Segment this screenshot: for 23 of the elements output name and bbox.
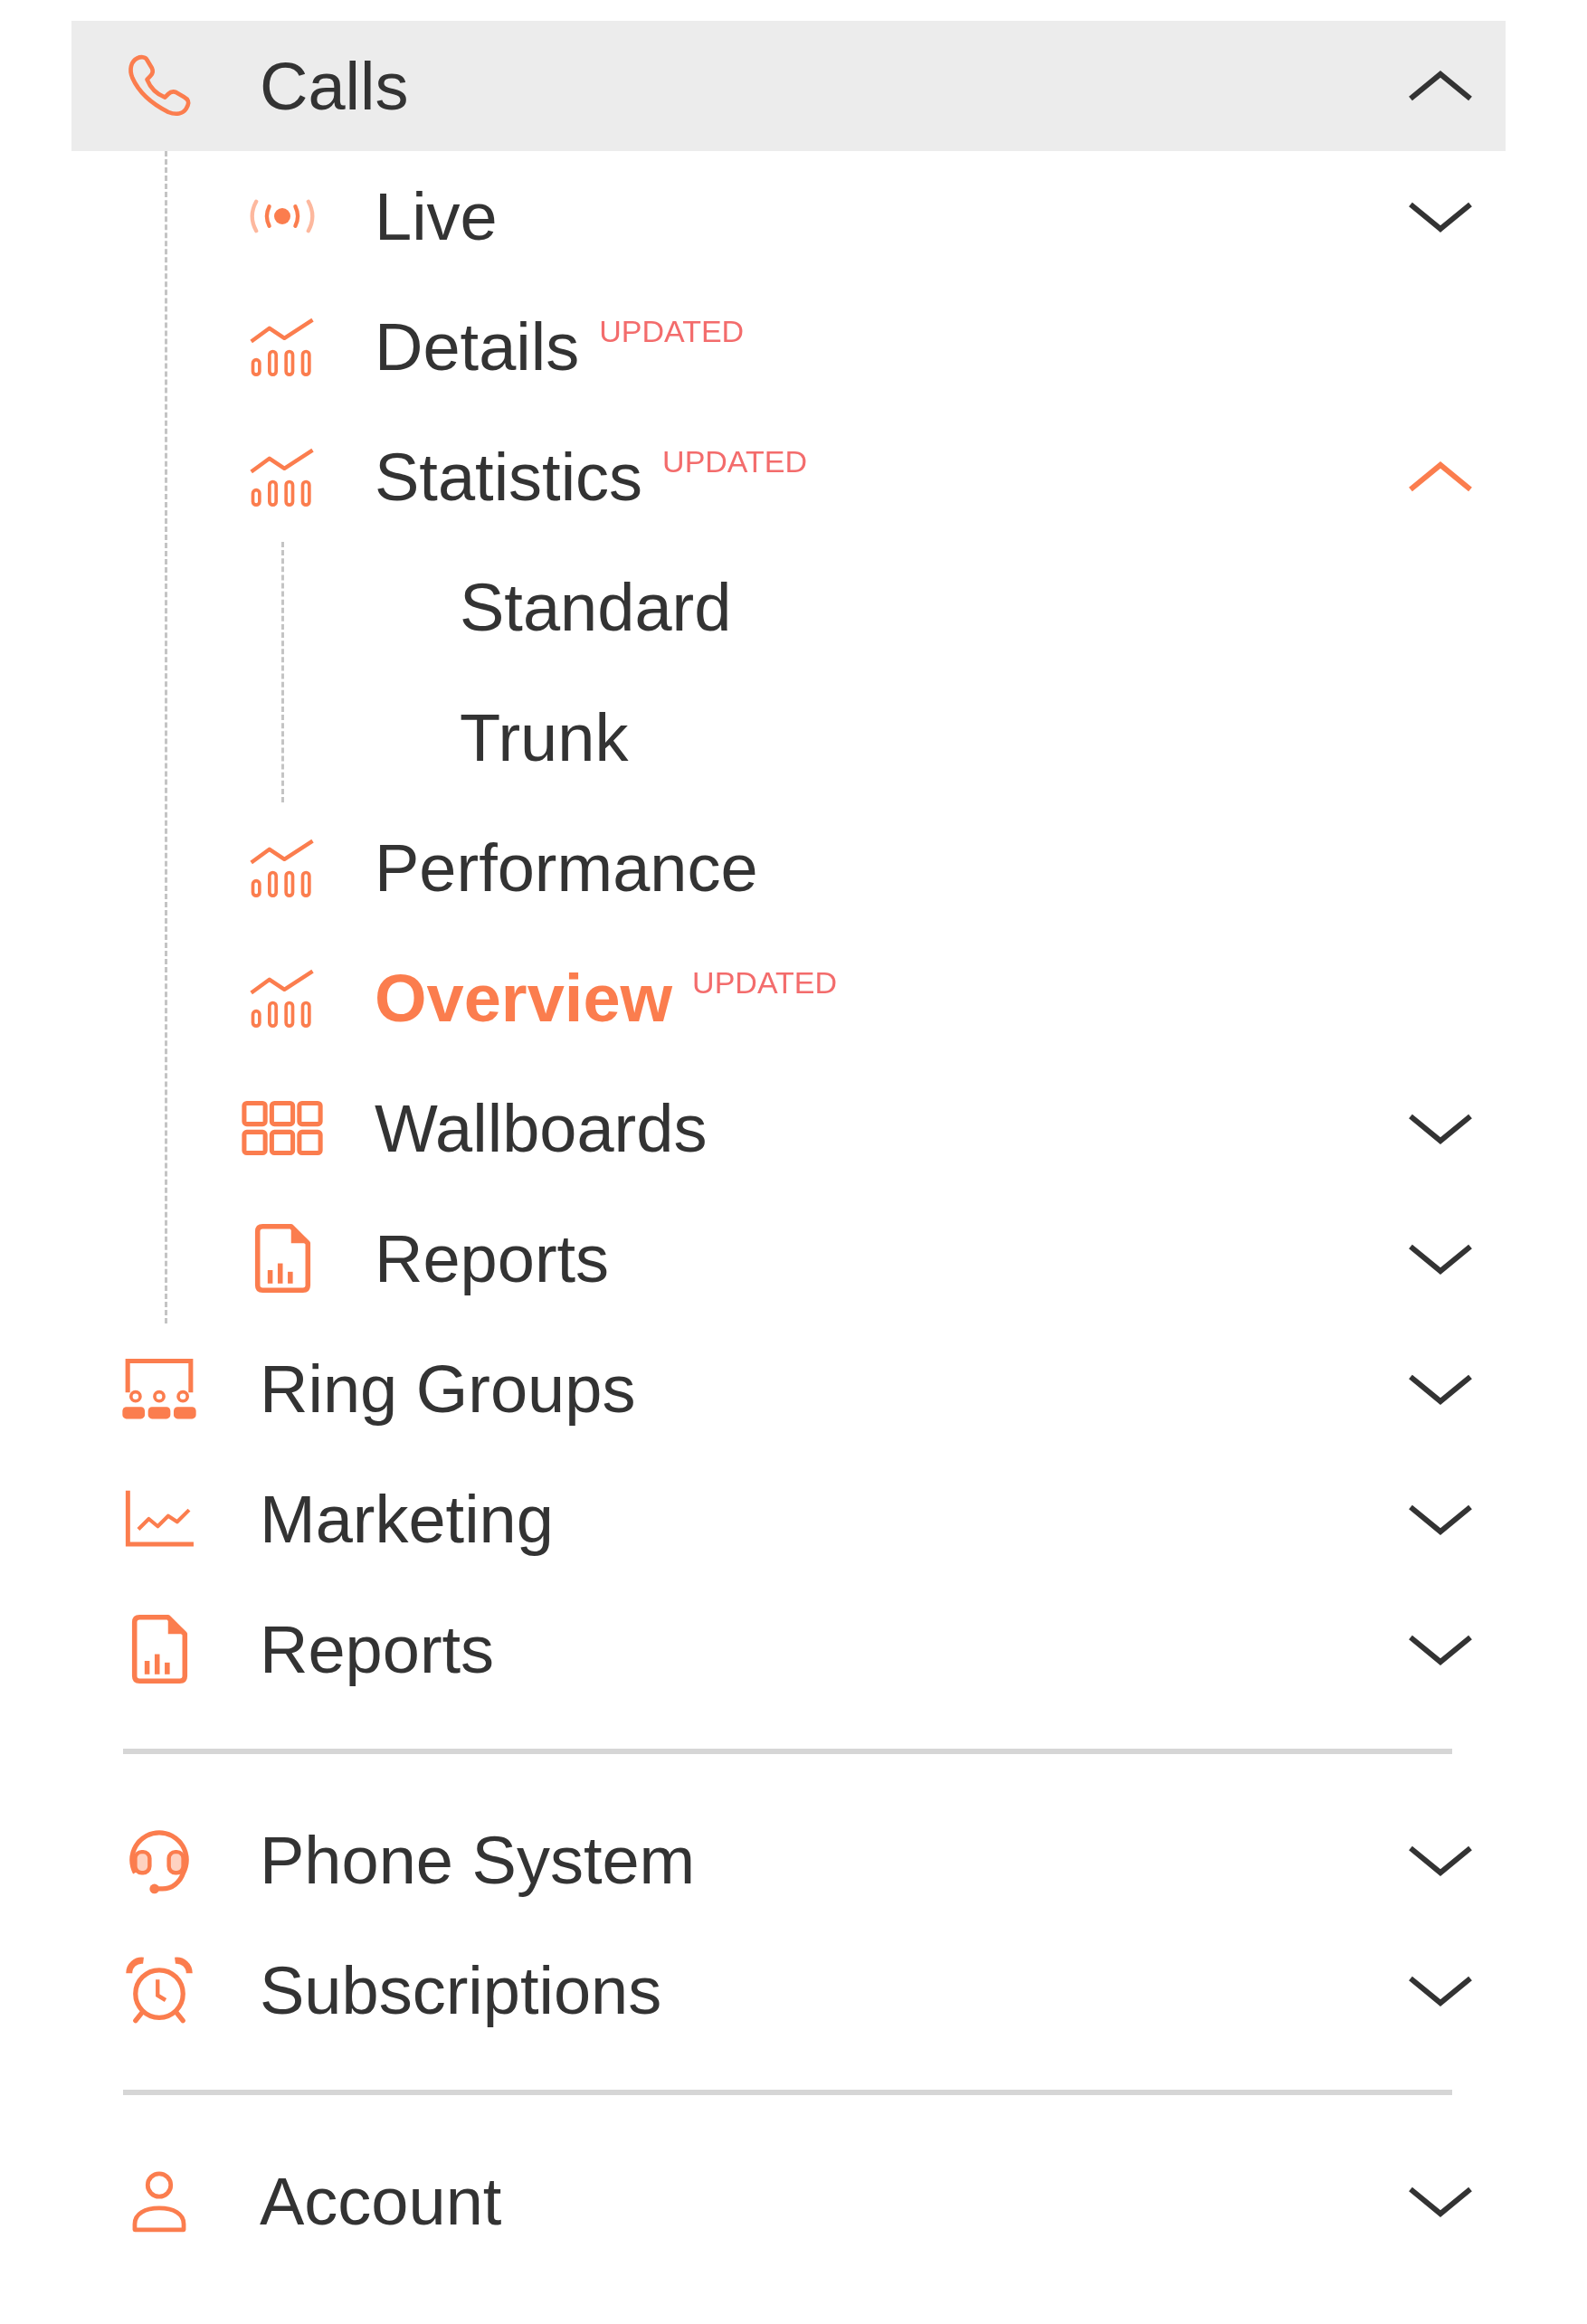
menu-item[interactable]: Wallboards (167, 1063, 1506, 1193)
menu-item[interactable]: Account (71, 2136, 1506, 2266)
update-note: UPDATED (692, 967, 838, 998)
menu-item[interactable]: Details UPDATED (167, 281, 1506, 412)
document-chart-icon (130, 1614, 188, 1684)
grid-icon (242, 1098, 323, 1158)
menu-item[interactable]: Reports (71, 1584, 1506, 1714)
line-chart-icon (123, 1489, 195, 1549)
menu-item[interactable]: Performance (167, 802, 1506, 933)
document-chart-icon (253, 1223, 311, 1294)
menu-item[interactable]: Calls (71, 21, 1506, 151)
menu-item[interactable]: Live (167, 151, 1506, 281)
menu-item[interactable]: Phone System (71, 1795, 1506, 1925)
update-note: UPDATED (599, 316, 745, 346)
menu-item[interactable]: Statistics UPDATED (167, 412, 1506, 542)
menu-item[interactable]: Ring Groups (71, 1323, 1506, 1454)
alarm-clock-icon (123, 1955, 195, 2025)
menu-item[interactable]: Trunk (284, 672, 1506, 802)
menu-item[interactable]: Standard (284, 542, 1506, 672)
menu-item[interactable]: Marketing (71, 1454, 1506, 1584)
menu-item[interactable]: Reports (167, 1193, 1506, 1323)
menu-item[interactable]: Subscriptions (71, 1925, 1506, 2055)
update-note: UPDATED (662, 446, 808, 477)
